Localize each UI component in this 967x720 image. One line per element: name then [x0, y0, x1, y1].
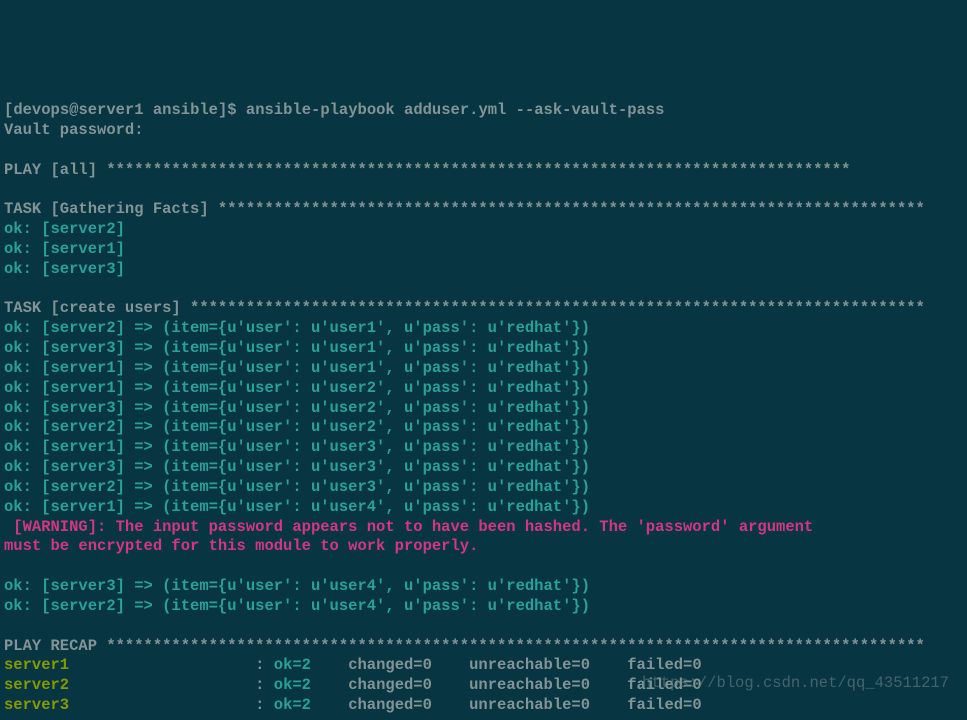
- ok-item-line: ok: [server3] => (item={u'user': u'user2…: [4, 399, 590, 417]
- ok-item-line: ok: [server1] => (item={u'user': u'user2…: [4, 379, 590, 397]
- recap-server: server2: [4, 676, 255, 694]
- task-create-header: TASK [create users] ********************…: [4, 299, 925, 317]
- ok-item-line: ok: [server3] => (item={u'user': u'user1…: [4, 339, 590, 357]
- prompt-line: [devops@server1 ansible]$ ansible-playbo…: [4, 101, 664, 119]
- recap-stats: :: [255, 676, 274, 694]
- ok-item-line: ok: [server2] => (item={u'user': u'user4…: [4, 597, 590, 615]
- ok-item-line: ok: [server1] => (item={u'user': u'user3…: [4, 438, 590, 456]
- task-facts-header: TASK [Gathering Facts] *****************…: [4, 200, 925, 218]
- watermark: https://blog.csdn.net/qq_43511217: [642, 674, 949, 694]
- recap-stats: :: [255, 656, 274, 674]
- ok-line: ok: [server3]: [4, 260, 125, 278]
- ok-item-line: ok: [server3] => (item={u'user': u'user3…: [4, 458, 590, 476]
- ok-line: ok: [server1]: [4, 240, 125, 258]
- ok-item-line: ok: [server2] => (item={u'user': u'user3…: [4, 478, 590, 496]
- ok-item-line: ok: [server1] => (item={u'user': u'user4…: [4, 498, 590, 516]
- ok-line: ok: [server2]: [4, 220, 125, 238]
- warning-line: [WARNING]: The input password appears no…: [4, 518, 813, 556]
- terminal[interactable]: [devops@server1 ansible]$ ansible-playbo…: [0, 99, 967, 718]
- recap-stats: :: [255, 696, 274, 714]
- recap-server: server3: [4, 696, 255, 714]
- ok-item-line: ok: [server1] => (item={u'user': u'user1…: [4, 359, 590, 377]
- vault-password-prompt[interactable]: Vault password:: [4, 121, 144, 139]
- recap-server: server1: [4, 656, 255, 674]
- recap-header: PLAY RECAP *****************************…: [4, 637, 925, 655]
- ok-item-line: ok: [server3] => (item={u'user': u'user4…: [4, 577, 590, 595]
- play-header: PLAY [all] *****************************…: [4, 161, 850, 179]
- ok-item-line: ok: [server2] => (item={u'user': u'user2…: [4, 418, 590, 436]
- ok-item-line: ok: [server2] => (item={u'user': u'user1…: [4, 319, 590, 337]
